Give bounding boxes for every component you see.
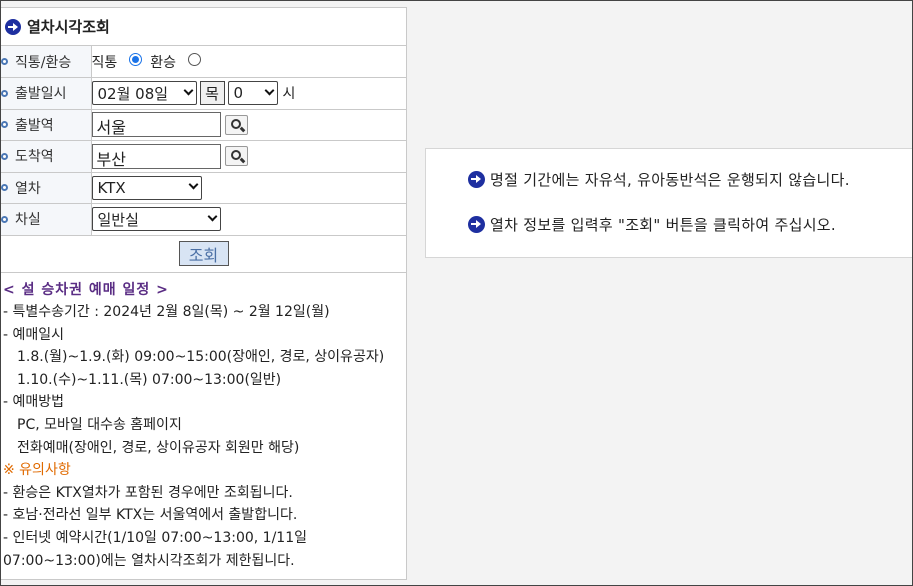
notice-line: - 특별수송기간 : 2024년 2월 8일(목) ~ 2월 12일(월) <box>3 304 330 321</box>
train-row: 열차 KTX <box>1 172 406 204</box>
info-message: 명절 기간에는 자유석, 유아동반석은 운행되지 않습니다. <box>468 169 850 190</box>
info-message: 열차 정보를 입력후 "조회" 버튼을 클릭하여 주십시오. <box>468 214 836 235</box>
arrow-circle-icon <box>5 18 21 35</box>
notice-line: 전화예매(장애인, 경로, 상이유공자 회원만 해당) <box>17 439 300 456</box>
direct-radio-label: 직통 <box>91 54 118 71</box>
train-schedule-panel: 열차시각조회 직통/환승 직통 환승 출발일시 02월 08일 목 0 시 출발역 서울… <box>0 7 407 580</box>
notice-line: PC, 모바일 대수송 홈페이지 <box>17 417 182 434</box>
warning-line: 07:00~13:00)에는 열차시각조회가 제한됩니다. <box>3 552 295 569</box>
transfer-radio[interactable] <box>188 53 202 66</box>
notice-line: - 예매일시 <box>3 326 65 343</box>
bullet-icon <box>1 152 8 160</box>
hour-select[interactable]: 0 <box>227 81 278 106</box>
bullet-icon <box>1 58 8 65</box>
car-class-select[interactable]: 일반실 <box>91 207 221 232</box>
notice-heading: < 설 승차권 예매 일정 > <box>3 281 169 298</box>
route-type-label: 직통/환승 <box>15 54 72 71</box>
hour-unit: 시 <box>282 86 296 103</box>
destination-label: 도착역 <box>15 149 54 166</box>
train-label: 열차 <box>15 180 41 197</box>
train-select[interactable]: KTX <box>91 175 202 200</box>
transfer-radio-label: 환승 <box>150 54 177 71</box>
chevron-down-icon <box>183 85 193 96</box>
weekday-display: 목 <box>199 81 225 106</box>
panel-title: 열차시각조회 <box>27 18 110 36</box>
arrow-circle-icon <box>468 171 485 188</box>
notice-line: 1.8.(월)~1.9.(화) 09:00~15:00(장애인, 경로, 상이유… <box>17 349 385 366</box>
info-message-box: 명절 기간에는 자유석, 유아동반석은 운행되지 않습니다. 열차 정보를 입력… <box>425 148 913 258</box>
chevron-down-icon <box>207 211 217 222</box>
date-select[interactable]: 02월 08일 <box>91 81 197 106</box>
submit-row: 조회 <box>1 236 406 273</box>
warning-line: - 환승은 KTX열차가 포함된 경우에만 조회됩니다. <box>3 484 293 501</box>
destination-row: 도착역 부산 <box>1 140 406 173</box>
bullet-icon <box>1 121 8 129</box>
destination-input[interactable]: 부산 <box>91 143 221 169</box>
arrow-circle-icon <box>468 216 485 233</box>
panel-title-bar: 열차시각조회 <box>1 8 406 46</box>
notice-section: < 설 승차권 예매 일정 > - 특별수송기간 : 2024년 2월 8일(목… <box>1 273 406 573</box>
warning-line: - 호남·전라선 일부 KTX는 서울역에서 출발합니다. <box>3 507 298 524</box>
car-class-label: 차실 <box>15 212 41 229</box>
direct-radio[interactable] <box>129 53 143 66</box>
bullet-icon <box>1 215 8 223</box>
search-form: 직통/환승 직통 환승 출발일시 02월 08일 목 0 시 출발역 서울 도착역 부산… <box>1 46 406 236</box>
bullet-icon <box>1 184 8 192</box>
warning-line: - 인터넷 예약시간(1/10일 07:00~13:00, 1/11일 <box>3 530 307 547</box>
car-class-row: 차실 일반실 <box>1 203 406 236</box>
notice-line: - 예매방법 <box>3 394 65 411</box>
departure-label: 출발일시 <box>15 86 67 103</box>
origin-label: 출발역 <box>15 117 54 134</box>
bullet-icon <box>1 89 8 97</box>
route-type-row: 직통/환승 직통 환승 <box>1 46 406 78</box>
origin-search-button[interactable] <box>224 114 248 135</box>
destination-search-button[interactable] <box>224 146 248 167</box>
origin-row: 출발역 서울 <box>1 109 406 141</box>
search-button[interactable]: 조회 <box>178 241 229 266</box>
departure-row: 출발일시 02월 08일 목 0 시 <box>1 77 406 110</box>
search-icon <box>230 118 241 129</box>
chevron-down-icon <box>264 85 274 96</box>
chevron-down-icon <box>188 179 198 190</box>
warning-title: ※ 유의사항 <box>3 462 71 479</box>
notice-line: 1.10.(수)~1.11.(목) 07:00~13:00(일반) <box>17 371 282 388</box>
origin-input[interactable]: 서울 <box>91 112 221 138</box>
